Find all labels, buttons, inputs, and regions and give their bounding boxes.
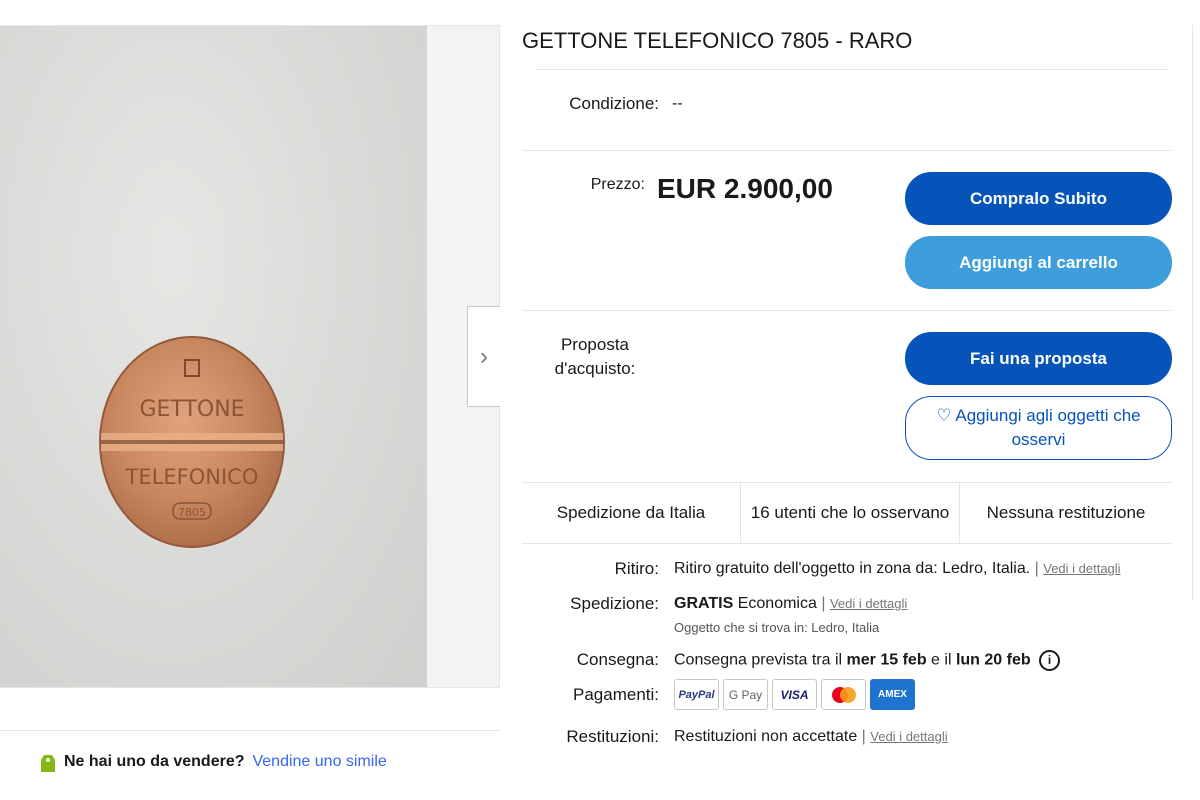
divider bbox=[537, 69, 1168, 70]
item-location: Oggetto che si trova in: Ledro, Italia bbox=[674, 620, 880, 635]
separator: | bbox=[1034, 560, 1039, 577]
shipping-details-link[interactable]: Vedi i dettagli bbox=[830, 596, 907, 611]
make-offer-button[interactable]: Fai una proposta bbox=[905, 332, 1172, 385]
shipping-free: GRATIS bbox=[674, 595, 734, 612]
pickup-details-link[interactable]: Vedi i dettagli bbox=[1043, 561, 1120, 576]
googlepay-logo: G Pay bbox=[723, 679, 768, 710]
paypal-logo: PayPal bbox=[674, 679, 719, 710]
sell-similar-row: Ne hai uno da vendere? Vendine uno simil… bbox=[40, 750, 387, 774]
pickup-value-row: Ritiro gratuito dell'oggetto in zona da:… bbox=[674, 560, 1121, 578]
shipping-from-stat: Spedizione da Italia bbox=[556, 503, 706, 522]
buy-now-button[interactable]: Compralo Subito bbox=[905, 172, 1172, 225]
returns-stat: Nessuna restituzione bbox=[959, 483, 1172, 543]
pickup-label: Ritiro: bbox=[614, 559, 659, 578]
price-label: Prezzo: bbox=[590, 176, 645, 193]
add-to-cart-button[interactable]: Aggiungi al carrello bbox=[905, 236, 1172, 289]
delivery-to: lun 20 feb bbox=[955, 651, 1031, 669]
divider bbox=[0, 730, 500, 731]
right-panel-edge bbox=[1192, 25, 1200, 600]
delivery-from: mer 15 feb bbox=[846, 651, 927, 669]
divider bbox=[522, 150, 1172, 151]
returns-value: Restituzioni non accettate bbox=[674, 728, 858, 745]
coin-text-1: GETTONE bbox=[139, 397, 244, 422]
coin-image: GETTONE TELEFONICO 7805 bbox=[99, 336, 285, 548]
delivery-prefix: Consegna prevista tra il bbox=[674, 651, 843, 669]
add-to-watchlist-button[interactable]: ♡ Aggiungi agli oggetti che osservi bbox=[905, 396, 1172, 460]
item-stats-bar: Spedizione da Italia 16 utenti che lo os… bbox=[522, 482, 1172, 544]
mastercard-icon bbox=[831, 686, 856, 703]
divider bbox=[522, 310, 1172, 311]
sell-similar-link[interactable]: Vendine uno simile bbox=[252, 753, 386, 771]
coin-number: 7805 bbox=[178, 506, 206, 519]
visa-logo: VISA bbox=[772, 679, 817, 710]
shipping-type: Economica bbox=[737, 595, 817, 612]
returns-details-link[interactable]: Vedi i dettagli bbox=[870, 729, 947, 744]
sell-question: Ne hai uno da vendere? bbox=[64, 753, 245, 770]
amex-logo: AMEX bbox=[870, 679, 915, 710]
separator: | bbox=[861, 728, 866, 745]
gallery-next-button[interactable]: › bbox=[467, 306, 500, 407]
offer-label: Proposta d'acquisto: bbox=[554, 335, 636, 378]
chevron-right-icon: › bbox=[480, 342, 488, 370]
price-value: EUR 2.900,00 bbox=[657, 173, 833, 204]
delivery-label: Consegna: bbox=[576, 650, 659, 669]
condition-value: -- bbox=[672, 95, 683, 112]
shipping-label: Spedizione: bbox=[570, 594, 659, 613]
condition-label: Condizione: bbox=[569, 94, 659, 113]
delivery-value-row: Consegna prevista tra il mer 15 feb e il… bbox=[674, 650, 1061, 671]
item-title: GETTONE TELEFONICO 7805 - RARO bbox=[522, 28, 913, 53]
payment-logos: PayPal G Pay VISA AMEX bbox=[674, 679, 915, 710]
delivery-mid: e il bbox=[931, 651, 952, 669]
payments-label: Pagamenti: bbox=[573, 685, 659, 704]
watchers-stat: 16 utenti che lo osservano bbox=[740, 483, 959, 543]
info-icon[interactable]: i bbox=[1039, 650, 1061, 671]
returns-value-row: Restituzioni non accettate | Vedi i dett… bbox=[674, 728, 948, 746]
coin-text-2: TELEFONICO bbox=[125, 465, 259, 489]
returns-label: Restituzioni: bbox=[566, 727, 659, 746]
shipping-value-row: GRATIS Economica | Vedi i dettagli bbox=[674, 595, 907, 613]
tag-icon bbox=[41, 755, 55, 772]
mastercard-logo bbox=[821, 679, 866, 710]
pickup-value: Ritiro gratuito dell'oggetto in zona da:… bbox=[674, 560, 1031, 577]
separator: | bbox=[821, 595, 826, 612]
